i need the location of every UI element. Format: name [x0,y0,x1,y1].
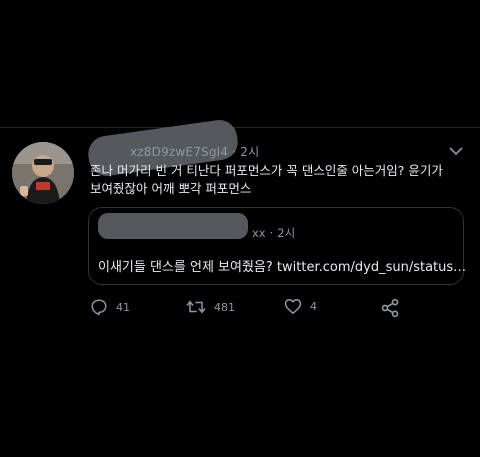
reply-button[interactable]: 41 [90,298,130,316]
tweet-handle-text: xz8D9zwE7SgI4 [130,145,229,159]
like-button[interactable]: 4 [284,298,317,315]
avatar-photo [12,142,74,204]
timeline-divider [0,127,480,128]
quoted-tweet-text[interactable]: 이새기들 댄스를 언제 보여줬음? twitter.com/dyd_sun/st… [98,256,466,275]
tweet-time[interactable]: 2시 [240,145,259,159]
avatar[interactable] [12,142,74,204]
dot-separator: · [232,145,237,159]
reply-icon [91,299,107,316]
action-bar: 41 481 4 [0,298,480,322]
tweet-body: 존나 머가리 빈 거 티난다 퍼포먼스가 꼭 댄스인줄 아는거임? 윤기가 보여… [90,162,460,198]
retweet-icon [186,300,206,314]
dot-separator: · [269,226,274,240]
tweet-handle[interactable]: xz8D9zwE7SgI4 · 2시 [130,143,259,160]
share-button[interactable] [380,298,400,318]
tweet-text-line2: 보여줬잖아 어깨 뽀각 퍼포먼스 [90,181,252,196]
tweet-text-line1: 존나 머가리 빈 거 티난다 퍼포먼스가 꼭 댄스인줄 아는거임? 윤기가 [90,163,443,178]
quoted-handle-text: xx [252,226,266,240]
retweet-count: 481 [214,300,235,314]
retweet-button[interactable]: 481 [186,298,235,316]
redacted-quoted-name [98,213,248,239]
like-count: 4 [310,300,317,313]
quoted-time: 2시 [277,226,296,240]
quoted-handle: xx · 2시 [252,225,295,241]
like-icon [284,299,302,314]
chevron-down-icon[interactable] [449,146,463,156]
share-icon [381,298,399,318]
reply-count: 41 [116,300,130,314]
